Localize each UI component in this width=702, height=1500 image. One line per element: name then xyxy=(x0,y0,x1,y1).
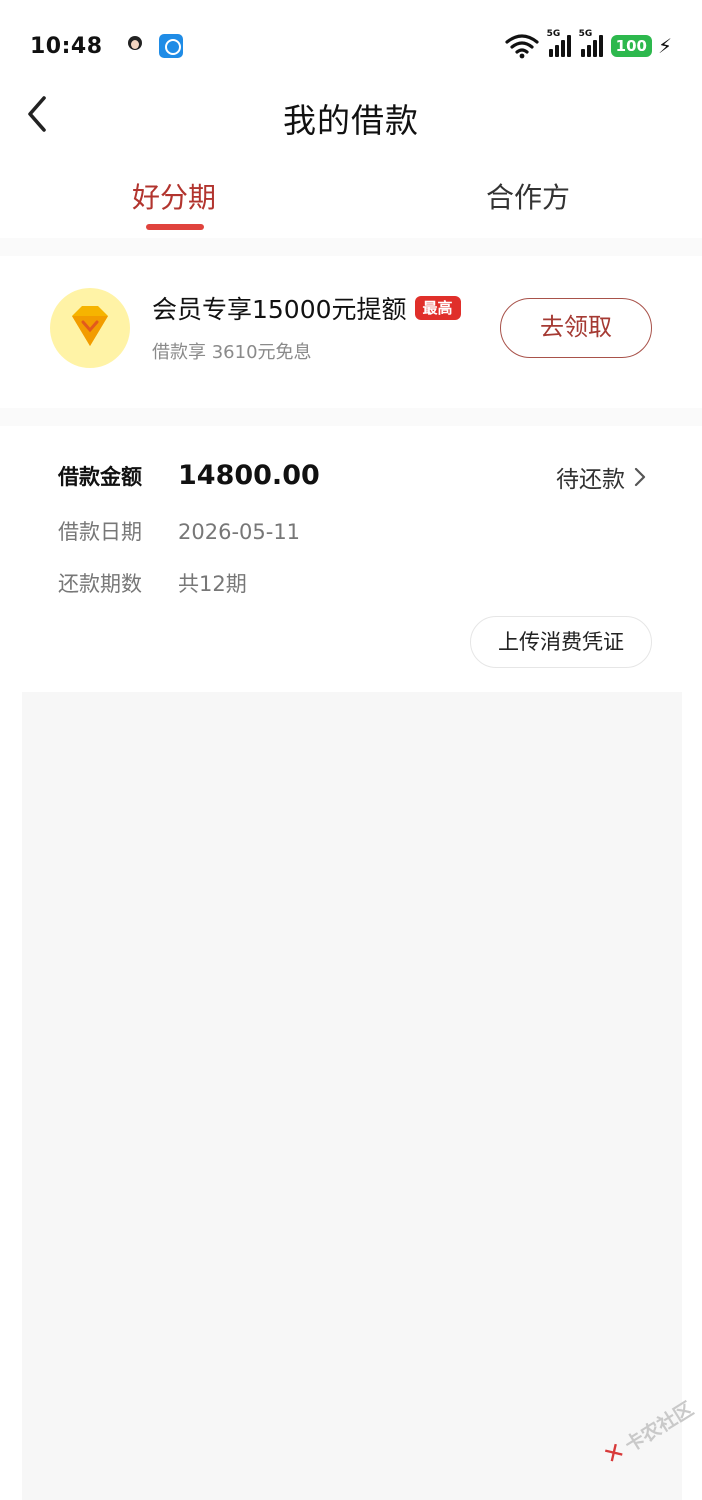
member-promo-card: 会员专享15000元提额 最高 借款享 3610元免息 去领取 xyxy=(0,258,702,408)
loan-amount-label: 借款金额 xyxy=(58,465,142,489)
loan-terms-label: 还款期数 xyxy=(58,572,142,596)
loan-status-text: 待还款 xyxy=(556,467,625,493)
status-time: 10:48 xyxy=(30,33,103,59)
claim-button[interactable]: 去领取 xyxy=(500,298,652,358)
promo-title-text: 会员专享15000元提额 xyxy=(152,295,407,324)
loan-status-link[interactable]: 待还款 xyxy=(556,460,647,494)
loan-date-label: 借款日期 xyxy=(58,520,142,544)
loan-card[interactable]: 借款金额 14800.00 待还款 借款日期 2026-05-11 还款期数 共… xyxy=(0,430,702,690)
wifi-icon xyxy=(505,34,539,59)
loan-date-value: 2026-05-11 xyxy=(178,520,301,544)
loan-amount-value: 14800.00 xyxy=(178,460,320,491)
signal-icon: 5G xyxy=(547,29,571,57)
active-tab-indicator xyxy=(146,224,204,230)
network-type: 5G xyxy=(546,29,561,39)
upload-receipt-button[interactable]: 上传消费凭证 xyxy=(470,616,652,668)
network-type-2: 5G xyxy=(578,29,593,39)
status-bar: 10:48 5G 5G 100 ⚡ xyxy=(0,0,702,92)
loan-terms-row: 还款期数 共12期 xyxy=(58,568,247,598)
promo-badge: 最高 xyxy=(414,296,461,320)
promo-title: 会员专享15000元提额 最高 xyxy=(152,290,461,326)
battery-icon: 100 xyxy=(610,35,652,57)
divider-2 xyxy=(0,408,702,426)
promo-subtitle: 借款享 3610元免息 xyxy=(152,342,312,363)
loan-date-row: 借款日期 2026-05-11 xyxy=(58,516,300,546)
tab-haofenqi[interactable]: 好分期 xyxy=(74,176,274,216)
loan-terms-value: 共12期 xyxy=(178,572,247,596)
signal-icon-2: 5G xyxy=(579,29,603,57)
avatar-notification-icon xyxy=(122,34,147,58)
nav-bar: 我的借款 xyxy=(0,80,702,150)
notification-icons xyxy=(122,34,183,58)
tab-partner[interactable]: 合作方 xyxy=(428,176,628,216)
status-indicators: 5G 5G 100 ⚡ xyxy=(505,29,672,59)
diamond-icon xyxy=(50,288,130,368)
page-title: 我的借款 xyxy=(283,101,419,140)
divider xyxy=(0,238,702,256)
empty-content-area xyxy=(22,692,682,1500)
charging-icon: ⚡ xyxy=(657,34,672,58)
app-notification-icon xyxy=(158,34,183,58)
tab-bar: 好分期 合作方 xyxy=(0,170,702,240)
loan-amount-row: 借款金额 14800.00 xyxy=(58,460,320,491)
chevron-right-icon xyxy=(634,467,646,487)
